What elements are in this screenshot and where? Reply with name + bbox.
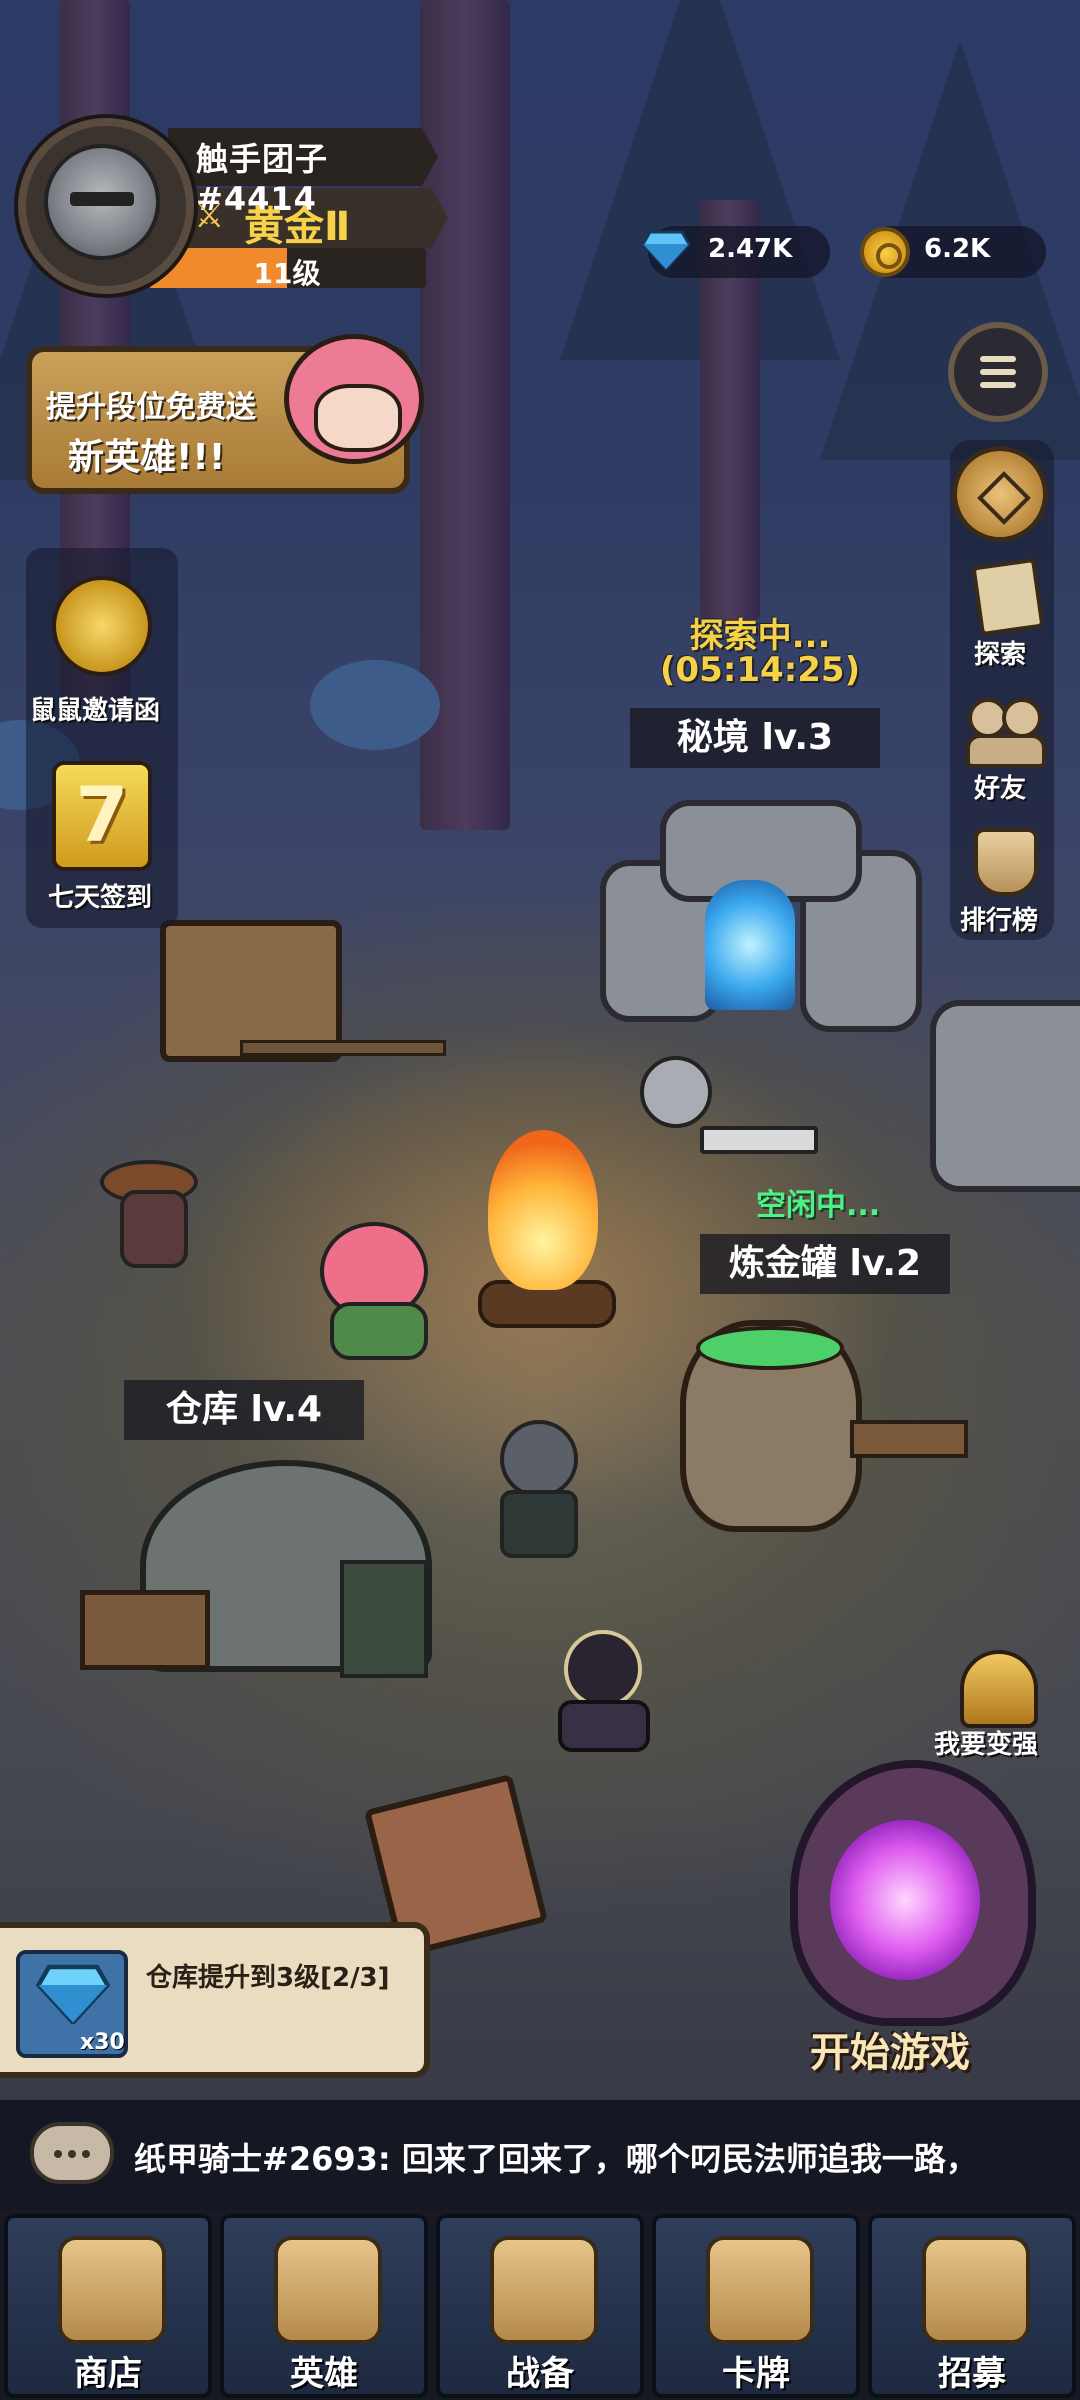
gold-coin-icon xyxy=(860,227,910,277)
nav-cards-label: 卡牌 xyxy=(722,2354,790,2394)
chat-bubble-icon[interactable] xyxy=(30,2122,114,2184)
treasure-chest-icon xyxy=(490,2236,598,2344)
seven-day-signin-button[interactable]: 7 七天签到 xyxy=(26,755,178,925)
nav-heroes-label: 英雄 xyxy=(290,2354,358,2394)
masked-mage-character[interactable] xyxy=(540,1620,660,1752)
alchemy-pot[interactable] xyxy=(660,1310,990,1560)
alchemy-status: 空闲中... xyxy=(756,1188,881,1223)
promo-line-2: 新英雄!!! xyxy=(68,437,226,478)
nav-cards[interactable]: 卡牌 xyxy=(652,2214,860,2398)
nav-recruit[interactable]: 招募 xyxy=(868,2214,1076,2398)
player-rank: 黄金Ⅱ xyxy=(244,204,351,250)
shop-stall-icon xyxy=(58,2236,166,2344)
friends-label: 好友 xyxy=(974,774,1027,804)
nav-gear-label: 战备 xyxy=(506,2354,574,2394)
warehouse-sign[interactable]: 仓库 lv.4 xyxy=(124,1380,364,1440)
fence xyxy=(240,1040,446,1056)
friends-body xyxy=(966,734,1046,768)
wizard-hat-icon xyxy=(274,2236,382,2344)
nav-recruit-label: 招募 xyxy=(938,2354,1006,2394)
mouse-gold-icon xyxy=(52,576,152,676)
reward-quantity: x30 xyxy=(80,2030,125,2055)
secret-realm-portal[interactable] xyxy=(600,800,922,1050)
leaderboard-button[interactable]: 排行榜 xyxy=(950,822,1054,942)
leaderboard-label: 排行榜 xyxy=(960,906,1039,936)
friends-icon-2 xyxy=(1002,698,1042,738)
nav-gear[interactable]: 战备 xyxy=(436,2214,644,2398)
pink-hair-hero-portrait xyxy=(264,324,434,494)
start-game-portal[interactable] xyxy=(750,1740,1060,2030)
dark-king-character[interactable] xyxy=(470,1400,600,1558)
reward-diamond-icon: x30 xyxy=(16,1950,128,2058)
knight-helmet-icon xyxy=(44,144,160,260)
promo-line-1: 提升段位免费送 xyxy=(46,390,256,425)
cowboy-character[interactable] xyxy=(60,1160,210,1290)
task-text: 仓库提升到3级[2/3] xyxy=(146,1963,390,1993)
horn-icon xyxy=(922,2236,1030,2344)
friends-button[interactable]: 好友 xyxy=(950,690,1054,810)
nav-shop[interactable]: 商店 xyxy=(4,2214,212,2398)
boost-statue[interactable] xyxy=(960,1650,1038,1728)
knight-character[interactable] xyxy=(620,1046,818,1176)
pink-hair-heroine-character[interactable] xyxy=(300,1222,450,1360)
diamond-icon xyxy=(642,230,690,270)
main-menu-button[interactable] xyxy=(948,322,1048,422)
explore-button[interactable]: 探索 xyxy=(950,556,1054,676)
start-game-label[interactable]: 开始游戏 xyxy=(810,2020,970,2078)
chat-bar[interactable]: 纸甲骑士#2693: 回来了回来了，哪个叼民法师追我一路， xyxy=(0,2100,1080,2210)
chat-message: 纸甲骑士#2693: 回来了回来了，哪个叼民法师追我一路， xyxy=(134,2140,978,2178)
secret-realm-sign[interactable]: 秘境 lv.3 xyxy=(630,708,880,768)
campfire xyxy=(468,1110,618,1340)
boost-label[interactable]: 我要变强 xyxy=(934,1724,1038,1761)
coin-counter[interactable]: 6.2K xyxy=(860,226,1046,278)
seven-day-number: 7 xyxy=(75,770,129,859)
mouse-invitation-button[interactable]: 鼠鼠邀请函 xyxy=(26,570,178,740)
crossed-swords-icon: ⚔ xyxy=(194,196,225,236)
seven-day-label: 七天签到 xyxy=(48,883,153,913)
rock xyxy=(930,1000,1080,1192)
nav-heroes[interactable]: 英雄 xyxy=(220,2214,428,2398)
gem-counter[interactable]: 2.47K xyxy=(642,226,830,278)
menu-icon xyxy=(980,356,1016,395)
nav-shop-label: 商店 xyxy=(74,2354,142,2394)
compass-icon[interactable] xyxy=(952,446,1048,542)
explore-label: 探索 xyxy=(974,640,1027,670)
card-deck-icon xyxy=(706,2236,814,2344)
seven-day-badge-icon: 7 xyxy=(52,761,152,871)
level-progress-bar: 11级 xyxy=(148,248,426,288)
avatar[interactable] xyxy=(18,118,194,294)
player-level: 11级 xyxy=(253,257,321,288)
gem-amount: 2.47K xyxy=(708,234,793,264)
player-profile[interactable]: 触手团子#4414 ⚔ 黄金Ⅱ 11级 xyxy=(18,118,448,294)
scroll-map-icon xyxy=(971,557,1045,637)
bush xyxy=(310,660,440,750)
warehouse-tent[interactable] xyxy=(80,1440,460,1710)
task-banner[interactable]: x30 仓库提升到3级[2/3] xyxy=(0,1922,430,2078)
mouse-invitation-label: 鼠鼠邀请函 xyxy=(30,696,161,726)
coin-amount: 6.2K xyxy=(924,234,991,264)
rank-up-promo-banner[interactable]: 提升段位免费送 新英雄!!! xyxy=(26,334,424,494)
secret-realm-timer: (05:14:25) xyxy=(659,650,861,690)
alchemy-sign[interactable]: 炼金罐 lv.2 xyxy=(700,1234,950,1294)
trophy-icon xyxy=(974,828,1038,896)
